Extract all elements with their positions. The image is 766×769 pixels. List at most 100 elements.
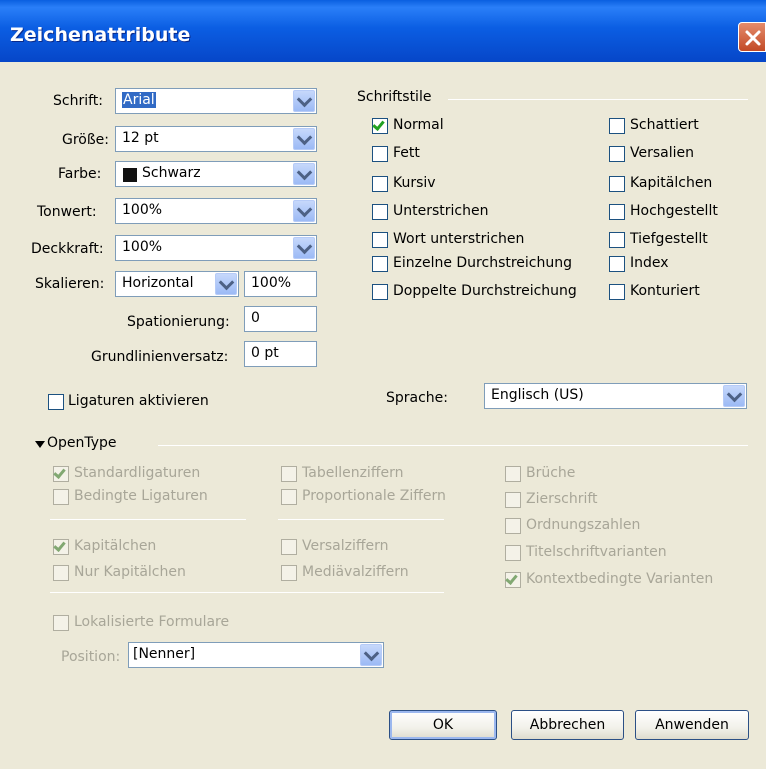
checkbox-label: Normal xyxy=(393,117,444,133)
lokalisierte-formulare-label: Lokalisierte Formulare xyxy=(74,614,230,630)
col2-divider xyxy=(278,519,444,520)
checkbox-label: Kapitälchen xyxy=(630,175,713,191)
checkbox-kapitaelchen[interactable] xyxy=(609,176,625,192)
checkbox-index[interactable] xyxy=(609,256,625,272)
window-title: Zeichenattribute xyxy=(10,24,191,46)
sprache-select[interactable]: Englisch (US) xyxy=(484,383,747,409)
skalieren-value: 100% xyxy=(251,275,292,291)
checkbox-zierschrift[interactable] xyxy=(505,492,521,508)
chevron-down-icon[interactable] xyxy=(215,273,237,295)
checkbox-label: Ordnungszahlen xyxy=(526,517,641,533)
checkbox-label: Kursiv xyxy=(393,175,436,191)
checkbox-label: Titelschriftvarianten xyxy=(526,544,667,560)
checkbox-label: Index xyxy=(630,255,669,271)
groesse-select[interactable]: 12 pt xyxy=(115,126,317,152)
label-schrift: Schrift: xyxy=(53,93,103,109)
checkbox-label: Konturiert xyxy=(630,283,700,299)
checkbox-ligaturen[interactable] xyxy=(48,394,64,410)
checkbox-label: Versalziffern xyxy=(302,538,389,554)
close-icon xyxy=(745,30,761,46)
checkbox-fett[interactable] xyxy=(372,146,388,162)
checkbox-kapitaelchen-ot[interactable] xyxy=(53,539,69,555)
title-bar: Zeichenattribute xyxy=(0,0,766,62)
checkbox-kontextbedingte-varianten[interactable] xyxy=(505,572,521,588)
skalieren-mode-select[interactable]: Horizontal xyxy=(115,271,239,297)
checkbox-label: Bedingte Ligaturen xyxy=(74,488,208,504)
checkbox-konturiert[interactable] xyxy=(609,284,625,300)
checkbox-label: Kapitälchen xyxy=(74,538,157,554)
deckkraft-select[interactable]: 100% xyxy=(115,235,317,261)
checkbox-label: Wort unterstrichen xyxy=(393,231,525,247)
checkbox-label: Brüche xyxy=(526,465,576,481)
checkbox-kursiv[interactable] xyxy=(372,176,388,192)
schrift-select[interactable]: Arial xyxy=(115,88,317,114)
abbrechen-button[interactable]: Abbrechen xyxy=(511,710,624,740)
grundlinie-field[interactable]: 0 pt xyxy=(244,341,317,367)
position-select[interactable]: [Nenner] xyxy=(128,642,384,668)
checkbox-label: Hochgestellt xyxy=(630,203,718,219)
check-icon xyxy=(372,118,385,131)
checkbox-mediaevalziffern[interactable] xyxy=(281,565,297,581)
skalieren-value-field[interactable]: 100% xyxy=(244,271,317,297)
chevron-down-icon[interactable] xyxy=(293,163,315,185)
schrift-value: Arial xyxy=(122,92,156,108)
opentype-bottom-divider xyxy=(50,592,444,593)
farbe-select[interactable]: Schwarz xyxy=(115,161,317,187)
color-swatch xyxy=(123,168,137,182)
skalieren-mode-value: Horizontal xyxy=(122,275,194,291)
chevron-down-icon[interactable] xyxy=(293,237,315,259)
checkbox-label: Schattiert xyxy=(630,117,699,133)
checkbox-einzelne-durchstreichung[interactable] xyxy=(372,256,388,272)
close-button[interactable] xyxy=(738,22,766,52)
chevron-down-icon[interactable] xyxy=(360,644,382,666)
checkbox-label: Proportionale Ziffern xyxy=(302,488,446,504)
checkbox-label: Tabellenziffern xyxy=(302,465,404,481)
label-spationierung: Spationierung: xyxy=(127,314,230,330)
chevron-down-icon[interactable] xyxy=(293,128,315,150)
checkbox-tiefgestellt[interactable] xyxy=(609,232,625,248)
label-tonwert: Tonwert: xyxy=(37,204,97,220)
checkbox-label: Versalien xyxy=(630,145,694,161)
position-value: [Nenner] xyxy=(133,646,196,662)
checkbox-ordnungszahlen[interactable] xyxy=(505,518,521,534)
sprache-value: Englisch (US) xyxy=(491,387,584,403)
checkbox-unterstrichen[interactable] xyxy=(372,204,388,220)
checkbox-brueche[interactable] xyxy=(505,466,521,482)
schriftstile-heading: Schriftstile xyxy=(357,89,432,105)
label-grundlinie: Grundlinienversatz: xyxy=(91,349,229,365)
checkbox-nur-kapitaelchen[interactable] xyxy=(53,565,69,581)
checkbox-normal[interactable] xyxy=(372,118,388,134)
chevron-down-icon[interactable] xyxy=(293,90,315,112)
checkbox-lokalisierte-formulare[interactable] xyxy=(53,615,69,631)
checkbox-tabellenziffern[interactable] xyxy=(281,466,297,482)
deckkraft-value: 100% xyxy=(122,239,163,255)
ok-button[interactable]: OK xyxy=(389,710,497,740)
checkbox-hochgestellt[interactable] xyxy=(609,204,625,220)
checkbox-titelschriftvarianten[interactable] xyxy=(505,545,521,561)
label-position: Position: xyxy=(61,649,121,665)
farbe-value: Schwarz xyxy=(142,165,201,181)
tonwert-select[interactable]: 100% xyxy=(115,198,317,224)
checkbox-doppelte-durchstreichung[interactable] xyxy=(372,284,388,300)
spationierung-field[interactable]: 0 xyxy=(244,306,317,332)
checkbox-standardligaturen[interactable] xyxy=(53,466,69,482)
checkbox-label: Standardligaturen xyxy=(74,465,201,481)
checkbox-proportionale-ziffern[interactable] xyxy=(281,489,297,505)
chevron-down-icon[interactable] xyxy=(293,200,315,222)
chevron-down-icon[interactable] xyxy=(723,385,745,407)
checkbox-label: Fett xyxy=(393,145,420,161)
groesse-value: 12 pt xyxy=(122,130,159,146)
ligaturen-label: Ligaturen aktivieren xyxy=(68,393,209,409)
anwenden-button[interactable]: Anwenden xyxy=(635,710,749,740)
checkbox-versalien[interactable] xyxy=(609,146,625,162)
label-deckkraft: Deckkraft: xyxy=(31,241,104,257)
checkbox-versalziffern[interactable] xyxy=(281,539,297,555)
disclosure-triangle-icon[interactable] xyxy=(35,441,45,448)
checkbox-bedingte-ligaturen[interactable] xyxy=(53,489,69,505)
check-icon xyxy=(505,572,518,585)
check-icon xyxy=(53,466,66,479)
checkbox-wort-unterstrichen[interactable] xyxy=(372,232,388,248)
checkbox-schattiert[interactable] xyxy=(609,118,625,134)
opentype-heading[interactable]: OpenType xyxy=(47,435,117,451)
checkbox-label: Kontextbedingte Varianten xyxy=(526,571,714,587)
